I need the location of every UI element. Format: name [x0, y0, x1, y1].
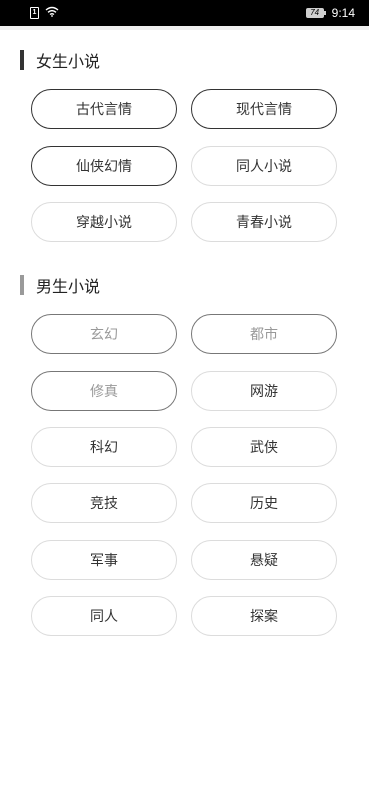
genre-tag[interactable]: 仙侠幻情: [31, 146, 177, 186]
battery-icon: 74: [305, 8, 326, 18]
sim-card-icon: 1: [30, 7, 39, 19]
section-male-novels: 男生小说 玄幻 都市 修真 网游 科幻 武侠 竞技 历史 军事 悬疑 同人 探案: [0, 274, 369, 636]
section-header: 女生小说: [20, 49, 369, 71]
genre-tag[interactable]: 都市: [191, 314, 337, 354]
genre-tag[interactable]: 现代言情: [191, 89, 337, 129]
genre-tag[interactable]: 同人小说: [191, 146, 337, 186]
status-bar: 1 74 9:14: [0, 0, 369, 26]
section-accent-bar: [20, 275, 24, 295]
tag-grid: 古代言情 现代言情 仙侠幻情 同人小说 穿越小说 青春小说: [0, 89, 369, 243]
status-right: 74 9:14: [305, 6, 355, 20]
genre-tag[interactable]: 修真: [31, 371, 177, 411]
genre-tag[interactable]: 青春小说: [191, 202, 337, 242]
genre-tag[interactable]: 历史: [191, 483, 337, 523]
tag-grid: 玄幻 都市 修真 网游 科幻 武侠 竞技 历史 军事 悬疑 同人 探案: [0, 314, 369, 636]
genre-tag[interactable]: 科幻: [31, 427, 177, 467]
section-accent-bar: [20, 50, 24, 70]
header-divider: [0, 26, 369, 30]
status-left: 1: [30, 6, 59, 20]
genre-tag[interactable]: 探案: [191, 596, 337, 636]
genre-tag[interactable]: 竞技: [31, 483, 177, 523]
section-title: 男生小说: [36, 277, 101, 296]
genre-tag[interactable]: 穿越小说: [31, 202, 177, 242]
genre-tag[interactable]: 网游: [191, 371, 337, 411]
genre-tag[interactable]: 悬疑: [191, 540, 337, 580]
genre-tag[interactable]: 武侠: [191, 427, 337, 467]
section-title: 女生小说: [36, 52, 101, 71]
genre-tag[interactable]: 古代言情: [31, 89, 177, 129]
section-header: 男生小说: [20, 274, 369, 296]
genre-tag[interactable]: 军事: [31, 540, 177, 580]
wifi-icon: [45, 6, 59, 20]
clock: 9:14: [331, 6, 355, 20]
genre-tag[interactable]: 玄幻: [31, 314, 177, 354]
section-female-novels: 女生小说 古代言情 现代言情 仙侠幻情 同人小说 穿越小说 青春小说: [0, 49, 369, 243]
genre-tag[interactable]: 同人: [31, 596, 177, 636]
